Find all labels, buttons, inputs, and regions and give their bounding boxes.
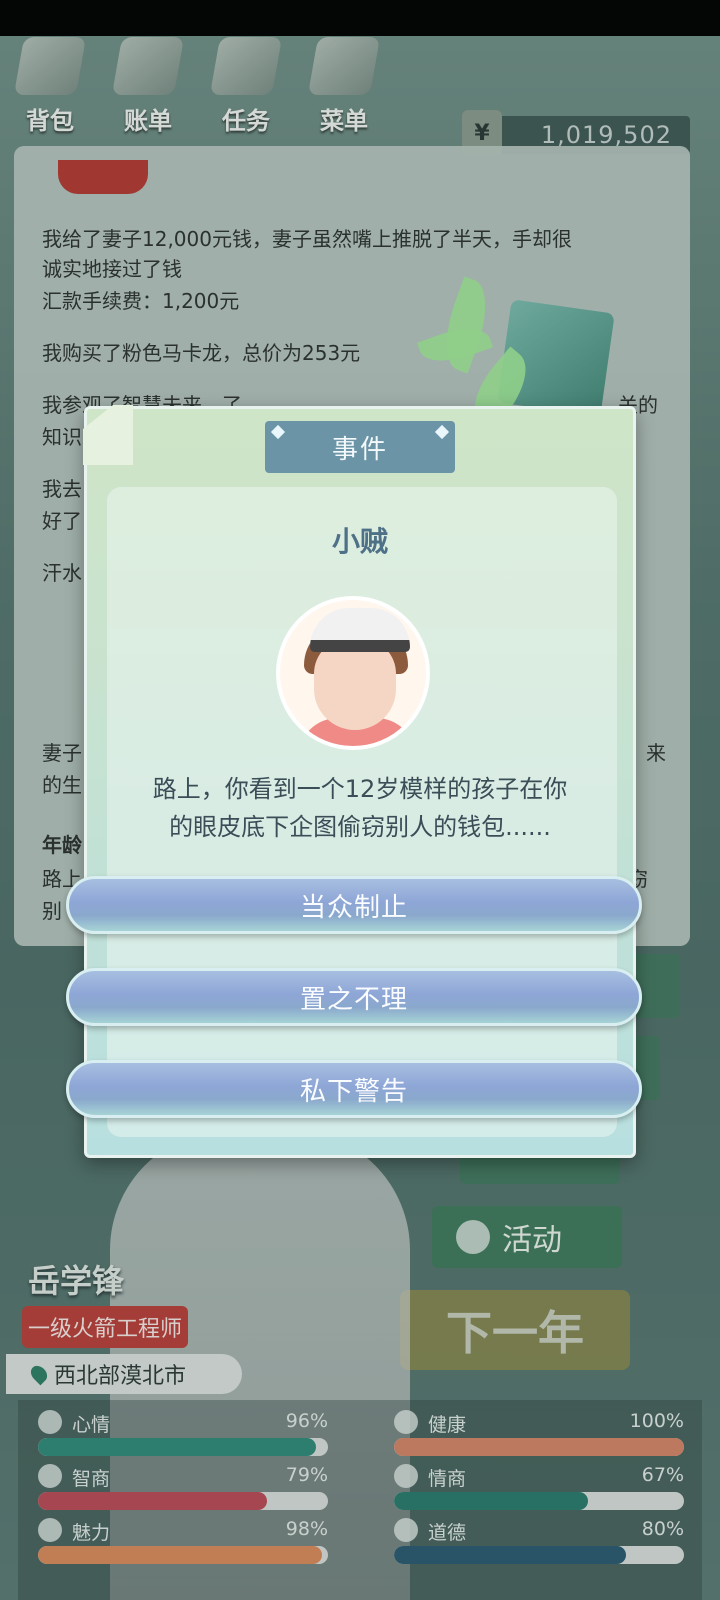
- modal-corner-fold: [83, 405, 133, 465]
- event-avatar: [276, 596, 430, 750]
- sparkle-icon: [434, 424, 450, 440]
- choice-ignore-button[interactable]: 置之不理: [66, 968, 642, 1026]
- modal-tab-label: 事件: [331, 434, 388, 465]
- event-description-line: 的眼皮底下企图偷窃别人的钱包......: [169, 813, 551, 841]
- choice-stop-publicly-button[interactable]: 当众制止: [66, 876, 642, 934]
- event-title: 小贼: [331, 525, 388, 558]
- event-description: 路上，你看到一个12岁模样的孩子在你 的眼皮底下企图偷窃别人的钱包......: [110, 770, 610, 846]
- sparkle-icon: [270, 424, 286, 440]
- choice-warn-privately-button[interactable]: 私下警告: [66, 1060, 642, 1118]
- event-description-line: 路上，你看到一个12岁模样的孩子在你: [152, 775, 568, 803]
- cap-icon: [310, 608, 410, 652]
- modal-tab-header: 事件: [265, 421, 455, 473]
